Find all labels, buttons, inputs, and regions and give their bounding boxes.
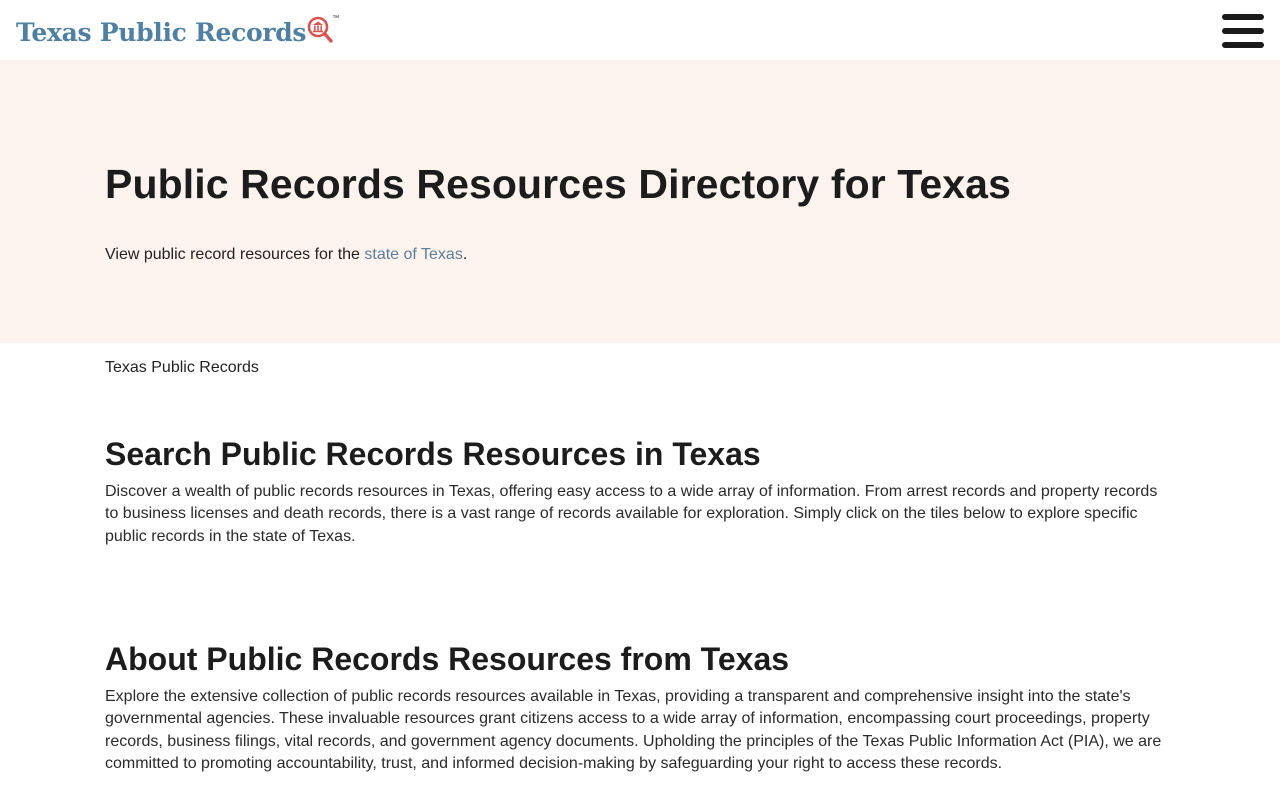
page-title: Public Records Resources Directory for T… <box>105 161 1011 207</box>
about-section-text: Explore the extensive collection of publ… <box>105 688 1162 773</box>
site-header: Texas Public Records ™ <box>0 0 1280 60</box>
hero-intro: View public record resources for the sta… <box>105 246 467 264</box>
search-section-title: Search Public Records Resources in Texas <box>105 436 761 472</box>
hamburger-icon-bar <box>1222 42 1264 48</box>
hero-banner: Public Records Resources Directory for T… <box>0 60 1280 343</box>
hamburger-icon <box>1222 14 1264 20</box>
breadcrumb: Texas Public Records <box>105 359 259 376</box>
hamburger-menu-button[interactable] <box>1222 14 1264 48</box>
about-section-title: About Public Records Resources from Texa… <box>105 641 790 677</box>
site-logo[interactable]: Texas Public Records ™ <box>16 15 339 47</box>
trademark-mark: ™ <box>332 14 340 22</box>
hero-intro-prefix: View public record resources for the <box>105 246 365 263</box>
state-of-texas-link[interactable]: state of Texas <box>364 246 462 263</box>
magnifier-capitol-icon: ™ <box>307 15 339 44</box>
logo-text: Texas Public Records <box>16 17 307 47</box>
main-content: Texas Public Records Search Public Recor… <box>0 343 1280 800</box>
search-section-text: Discover a wealth of public records reso… <box>105 483 1158 545</box>
hamburger-icon-bar <box>1222 28 1264 34</box>
hero-intro-suffix: . <box>462 246 468 263</box>
